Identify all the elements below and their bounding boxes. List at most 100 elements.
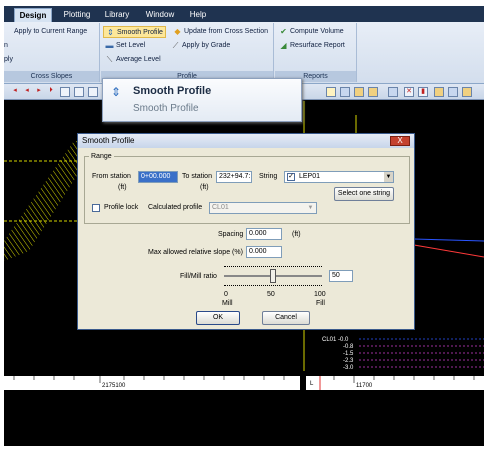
apply-by-grade-button[interactable]: ⟋ Apply by Grade bbox=[171, 40, 231, 52]
smooth-profile-icon: ⇕ bbox=[107, 27, 114, 37]
to-unit-label: (ft) bbox=[200, 184, 209, 191]
page-icon[interactable] bbox=[60, 87, 70, 97]
ruler-marker: L bbox=[310, 381, 314, 387]
layer-value-0: -0.0 bbox=[338, 337, 349, 343]
prev-icon[interactable]: ◂ bbox=[22, 87, 32, 97]
smooth-profile-dialog: Smooth Profile X Range From station (ft)… bbox=[77, 133, 415, 330]
average-level-icon: ⟍ bbox=[106, 54, 113, 64]
tab-plotting[interactable]: Plotting bbox=[56, 8, 98, 22]
ruler-left-label: 2175100 bbox=[102, 383, 126, 389]
layer-value-1: -0.8 bbox=[343, 344, 354, 350]
tooltip-subtitle: Smooth Profile bbox=[133, 103, 199, 114]
next-icon[interactable]: ▸ bbox=[34, 87, 44, 97]
apply-to-current-range-button[interactable]: Apply to Current Range bbox=[14, 26, 87, 38]
scale-fill: Fill bbox=[316, 300, 325, 307]
to-station-input[interactable]: 232+94.7: bbox=[216, 171, 252, 183]
layer-values: -0.8 -1.5 -2.3 -3.0 bbox=[343, 344, 353, 372]
grade-icon: ⟋ bbox=[172, 40, 179, 50]
set-level-button[interactable]: ▬ Set Level bbox=[105, 40, 146, 52]
cross-slopes-group: Apply to Current Range n ply Cross Slope… bbox=[4, 23, 100, 82]
spacing-input[interactable]: 0.000 bbox=[246, 228, 282, 240]
menu-bar: Design Plotting Library Window Help bbox=[4, 6, 484, 22]
slider-ticks-bottom bbox=[224, 285, 322, 286]
calculated-profile-value: CL01 bbox=[212, 204, 229, 211]
calculated-profile-dropdown-icon: ▼ bbox=[307, 205, 314, 211]
tab-library[interactable]: Library bbox=[102, 8, 132, 22]
from-unit-label: (ft) bbox=[118, 184, 127, 191]
string-checkbox[interactable]: ✓ bbox=[287, 173, 295, 181]
string-label: String bbox=[259, 173, 278, 180]
copy-icon[interactable] bbox=[74, 87, 84, 97]
slider-thumb[interactable] bbox=[270, 269, 276, 283]
ok-button[interactable]: OK bbox=[196, 311, 240, 325]
export-icon[interactable] bbox=[88, 87, 98, 97]
compute-volume-button[interactable]: ✔ Compute Volume bbox=[279, 26, 344, 38]
average-level-button[interactable]: ⟍ Average Level bbox=[105, 54, 161, 66]
scale-0: 0 bbox=[224, 291, 228, 298]
max-slope-label: Max allowed relative slope (%) bbox=[148, 249, 243, 256]
dialog-title: Smooth Profile bbox=[78, 134, 414, 148]
fill-mill-label: Fill/Mill ratio bbox=[180, 273, 217, 280]
to-station-label: To station bbox=[182, 173, 212, 180]
profile-group: ⇕ Smooth Profile ◆ Update from Cross Secti… bbox=[101, 23, 274, 82]
compute-volume-label: Compute Volume bbox=[290, 28, 344, 35]
reports-group: ✔ Compute Volume ◢ Resurface Report Report… bbox=[275, 23, 357, 82]
tab-help[interactable]: Help bbox=[186, 8, 210, 22]
set-level-label: Set Level bbox=[116, 42, 146, 49]
string-dropdown-icon[interactable]: ▼ bbox=[384, 172, 393, 182]
smooth-profile-button[interactable]: ⇕ Smooth Profile bbox=[103, 26, 166, 38]
profile-lock-label: Profile lock bbox=[104, 204, 139, 211]
fill-mill-slider[interactable] bbox=[224, 264, 322, 288]
cross-slopes-footer: Cross Slopes bbox=[4, 71, 99, 82]
tooltip-title: Smooth Profile bbox=[133, 85, 212, 97]
layer-name: CL01 bbox=[322, 337, 337, 343]
application-window: Design Plotting Library Window Help Appl… bbox=[4, 6, 484, 446]
scale-mill: Mill bbox=[222, 300, 233, 307]
tool-icon-6[interactable] bbox=[434, 87, 444, 97]
tool-icon-8[interactable] bbox=[462, 87, 472, 97]
string-value: LEP01 bbox=[299, 173, 321, 180]
ruler-left bbox=[4, 376, 300, 390]
tool-icon-7[interactable] bbox=[448, 87, 458, 97]
last-icon[interactable]: ⏵ bbox=[46, 87, 56, 97]
tab-window[interactable]: Window bbox=[142, 8, 178, 22]
tool-icon-1[interactable] bbox=[326, 87, 336, 97]
cross-slope-item-2[interactable]: n bbox=[4, 40, 8, 52]
average-level-label: Average Level bbox=[116, 56, 161, 63]
set-level-icon: ▬ bbox=[105, 40, 114, 50]
first-icon[interactable]: ◂ bbox=[10, 87, 20, 97]
tool-icon-2[interactable] bbox=[340, 87, 350, 97]
compute-volume-icon: ✔ bbox=[280, 26, 287, 36]
smooth-profile-tooltip: ⇕ Smooth Profile Smooth Profile bbox=[102, 78, 302, 122]
cancel-button[interactable]: Cancel bbox=[262, 311, 310, 325]
layer-legend: CL01 -0.0 bbox=[322, 337, 348, 344]
cross-slope-item-3[interactable]: ply bbox=[4, 54, 13, 66]
resurface-report-label: Resurface Report bbox=[290, 42, 345, 49]
profile-lock-checkbox[interactable] bbox=[92, 204, 100, 212]
update-icon: ◆ bbox=[174, 26, 181, 36]
max-slope-input[interactable]: 0.000 bbox=[246, 246, 282, 258]
from-station-label: From station bbox=[92, 173, 131, 180]
fill-mill-input[interactable]: 50 bbox=[329, 270, 353, 282]
layer-value-3: -2.3 bbox=[343, 358, 354, 364]
calculated-profile-select[interactable]: CL01 bbox=[209, 202, 317, 214]
tool-icon-4[interactable] bbox=[368, 87, 378, 97]
tool-icon-3[interactable] bbox=[354, 87, 364, 97]
layer-value-4: -3.0 bbox=[343, 365, 354, 371]
from-station-input[interactable]: 0+00.000 bbox=[138, 171, 178, 183]
update-label: Update from Cross Section bbox=[184, 28, 269, 35]
update-from-cross-section-button[interactable]: ◆ Update from Cross Section bbox=[173, 26, 268, 38]
tool-icon-5[interactable] bbox=[388, 87, 398, 97]
ruler-right-label: 11700 bbox=[356, 383, 373, 389]
string-select[interactable]: LEP01 bbox=[284, 171, 394, 183]
close-button[interactable]: X bbox=[390, 136, 410, 146]
mark-icon[interactable]: ▮ bbox=[418, 87, 428, 97]
tab-design[interactable]: Design bbox=[14, 8, 52, 22]
layer-value-2: -1.5 bbox=[343, 351, 354, 357]
delete-icon[interactable]: ✕ bbox=[404, 87, 414, 97]
select-one-string-button[interactable]: Select one string bbox=[334, 187, 394, 201]
spacing-unit: (ft) bbox=[292, 231, 301, 238]
slider-ticks-top bbox=[224, 266, 322, 267]
spacing-label: Spacing bbox=[218, 231, 244, 238]
resurface-report-button[interactable]: ◢ Resurface Report bbox=[279, 40, 345, 52]
